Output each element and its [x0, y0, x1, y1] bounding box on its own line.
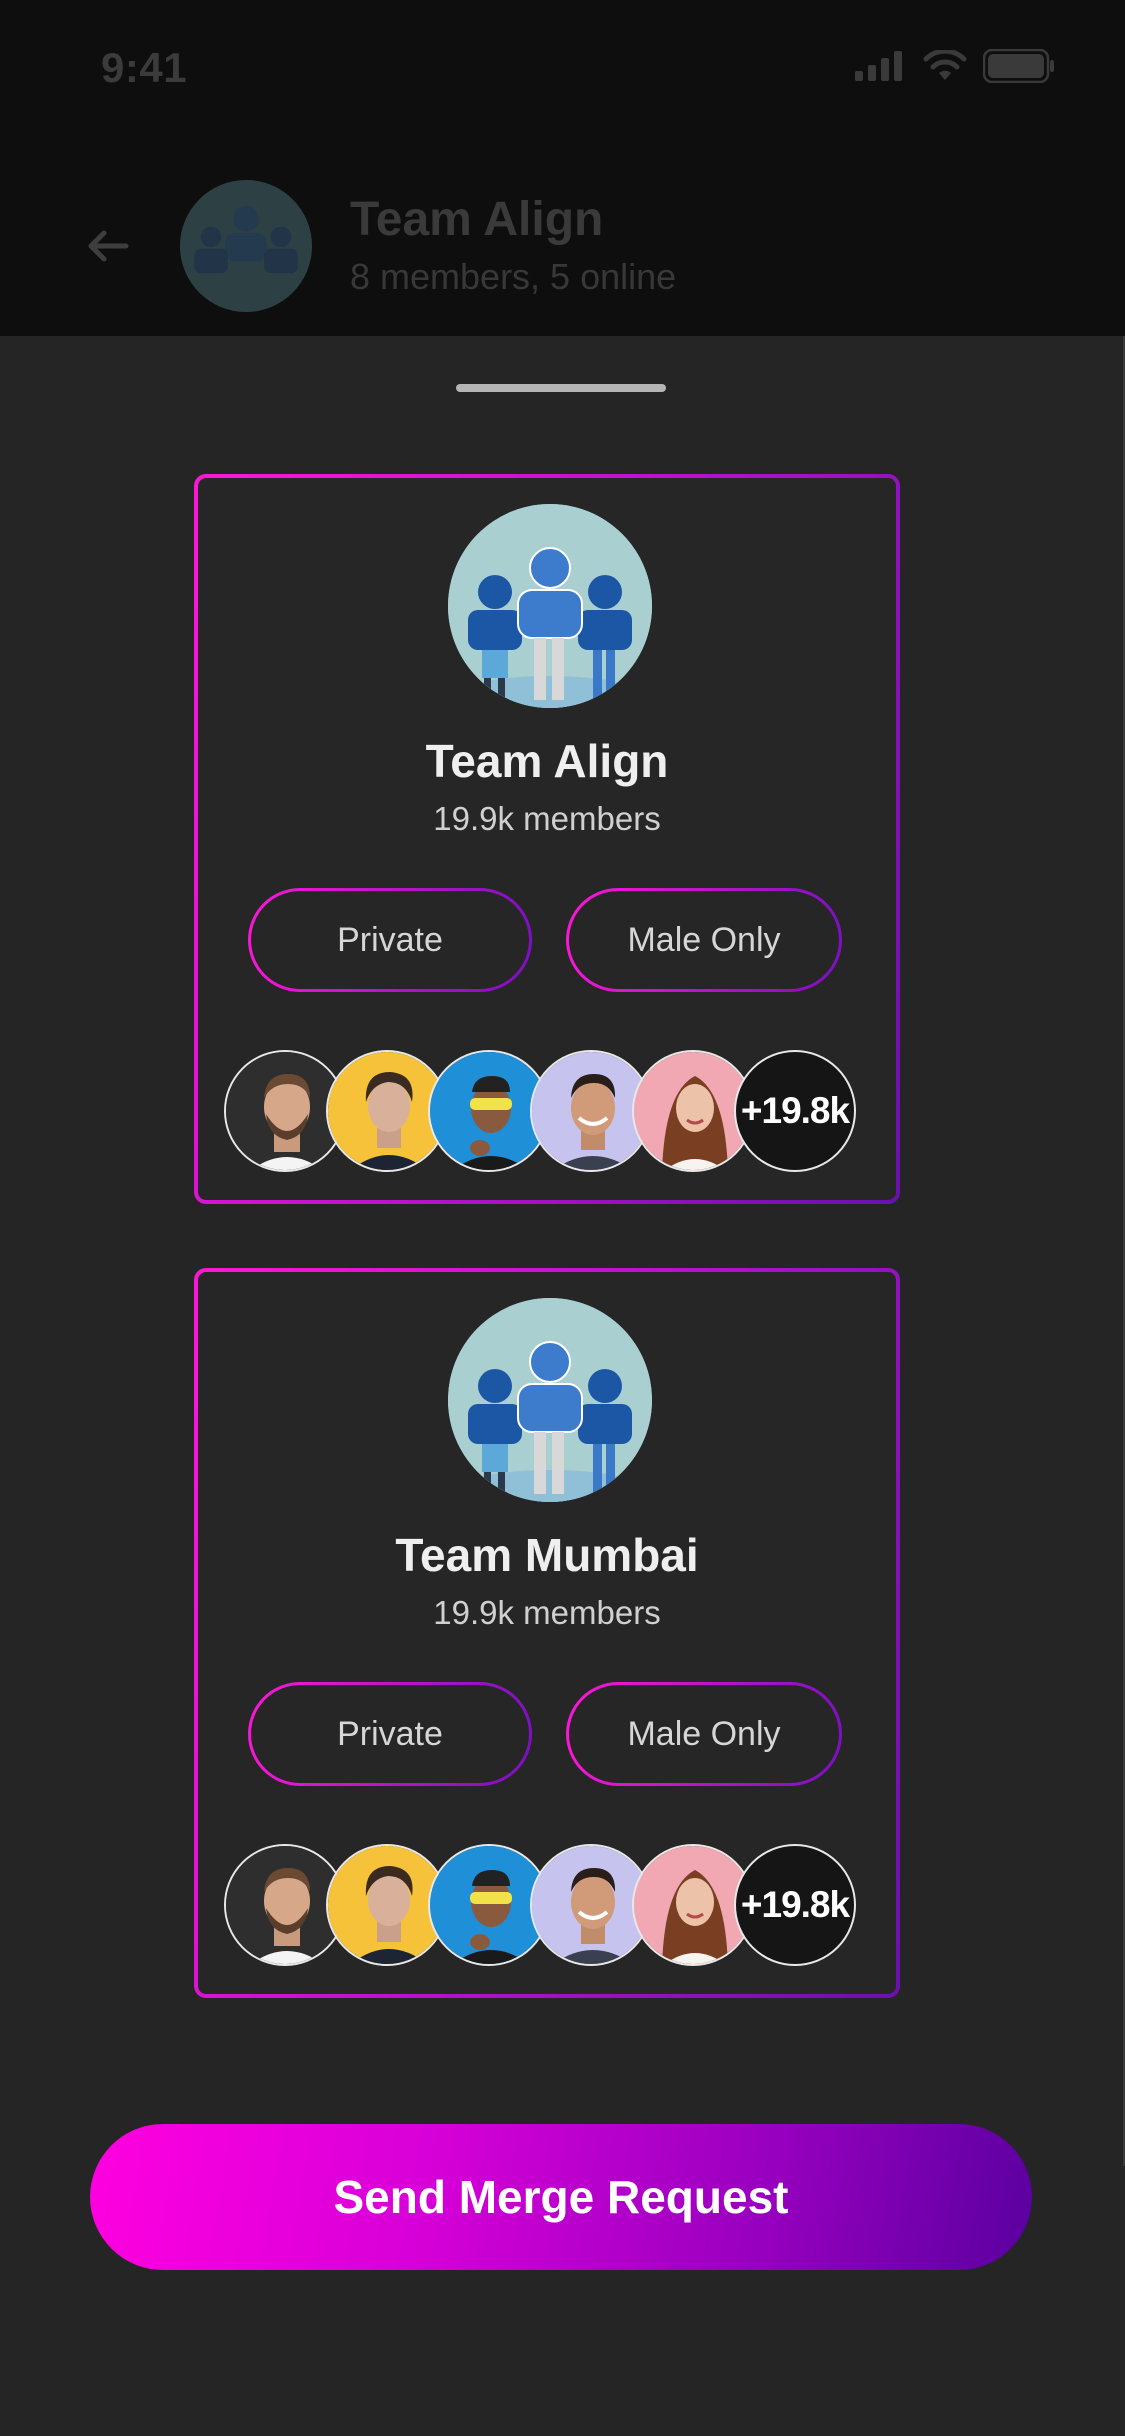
chat-header-overlay: 9:41 Team Align 8 members, 5 online: [0, 0, 1125, 336]
sheet-drag-handle[interactable]: [456, 384, 666, 392]
group-member-count: 19.9k members: [433, 800, 661, 837]
send-merge-request-button[interactable]: Send Merge Request: [90, 2124, 1032, 2270]
status-time: 9:41: [101, 44, 188, 91]
wifi-icon: [923, 48, 967, 87]
member-avatar-stack[interactable]: +19.8k: [224, 1844, 884, 1970]
signal-icon: [855, 50, 907, 86]
status-icons: [855, 48, 1055, 88]
back-arrow-icon[interactable]: [84, 222, 132, 270]
gender-tag[interactable]: Male Only: [566, 888, 842, 992]
more-members-count[interactable]: +19.8k: [734, 1050, 856, 1172]
header-title: Team Align: [350, 193, 604, 246]
privacy-tag[interactable]: Private: [248, 1682, 532, 1786]
group-card[interactable]: Team Align 19.9k members Private Male On…: [194, 474, 900, 1204]
group-name: Team Align: [425, 735, 669, 787]
gender-tag[interactable]: Male Only: [566, 1682, 842, 1786]
more-members-count[interactable]: +19.8k: [734, 1844, 856, 1966]
privacy-tag[interactable]: Private: [248, 888, 532, 992]
group-avatar: [448, 1298, 652, 1502]
group-member-count: 19.9k members: [433, 1594, 661, 1631]
group-avatar: [448, 504, 652, 708]
header-group-avatar: [180, 180, 312, 312]
group-card[interactable]: Team Mumbai 19.9k members Private Male O…: [194, 1268, 900, 1998]
battery-icon: [982, 48, 1055, 88]
group-name: Team Mumbai: [395, 1529, 699, 1581]
header-subtitle: 8 members, 5 online: [350, 256, 677, 297]
merge-bottom-sheet: Team Align 19.9k members Private Male On…: [0, 336, 1125, 2436]
member-avatar-stack[interactable]: +19.8k: [224, 1050, 884, 1176]
